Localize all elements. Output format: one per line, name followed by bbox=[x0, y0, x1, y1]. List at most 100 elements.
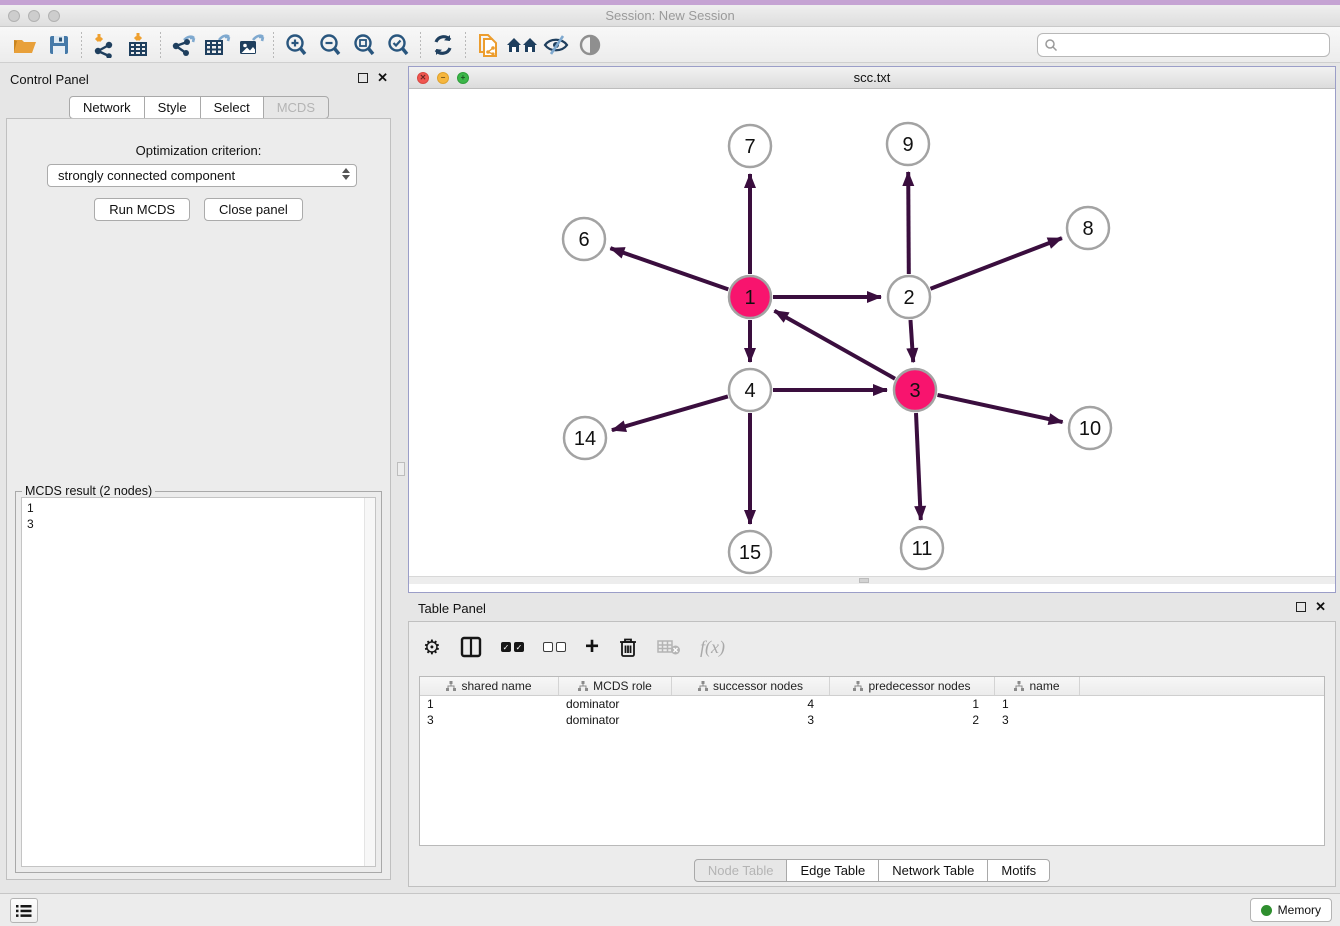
run-mcds-button[interactable]: Run MCDS bbox=[94, 198, 190, 221]
graph-edge-2-8[interactable] bbox=[931, 238, 1062, 289]
graph-edge-3-1[interactable] bbox=[774, 311, 895, 379]
double-house-button[interactable] bbox=[505, 30, 539, 60]
node-table[interactable]: shared name MCDS role successor nodes pr… bbox=[419, 676, 1325, 846]
column-view-icon bbox=[460, 636, 482, 658]
deselect-all-button[interactable] bbox=[543, 632, 566, 662]
close-table-panel-icon[interactable]: ✕ bbox=[1315, 599, 1326, 615]
mcds-result-text[interactable]: 1 3 bbox=[21, 497, 376, 867]
table-row[interactable]: 3dominator323 bbox=[420, 712, 1324, 728]
show-panels-button[interactable] bbox=[10, 898, 38, 923]
delete-table-button[interactable] bbox=[657, 632, 681, 662]
network-hscrollbar[interactable] bbox=[409, 576, 1335, 584]
graph-edge-3-11[interactable] bbox=[916, 413, 921, 520]
tab-mcds[interactable]: MCDS bbox=[263, 96, 329, 119]
double-house-icon bbox=[505, 33, 539, 57]
half-circle-icon bbox=[578, 33, 602, 57]
graphics-details-button[interactable] bbox=[573, 30, 607, 60]
zoom-out-button[interactable] bbox=[313, 30, 347, 60]
list-icon bbox=[16, 904, 32, 918]
table-cell[interactable]: dominator bbox=[559, 697, 672, 711]
zoom-selected-button[interactable] bbox=[381, 30, 415, 60]
chevron-up-down-icon bbox=[342, 168, 350, 180]
search-input[interactable] bbox=[1058, 36, 1329, 54]
tab-motifs[interactable]: Motifs bbox=[987, 859, 1050, 882]
table-cell[interactable]: 3 bbox=[672, 713, 830, 727]
table-panel-title: Table Panel bbox=[418, 601, 486, 616]
table-cell[interactable]: 1 bbox=[995, 697, 1080, 711]
function-builder-button[interactable]: f(x) bbox=[700, 632, 725, 662]
tab-node-table[interactable]: Node Table bbox=[694, 859, 788, 882]
import-network-button[interactable] bbox=[87, 30, 121, 60]
table-cell[interactable]: 1 bbox=[830, 697, 995, 711]
column-hierarchy-icon bbox=[853, 681, 863, 691]
export-image-button[interactable] bbox=[234, 30, 268, 60]
tab-network-table[interactable]: Network Table bbox=[878, 859, 988, 882]
table-cell[interactable]: dominator bbox=[559, 713, 672, 727]
export-network-button[interactable] bbox=[166, 30, 200, 60]
hide-graphics-button[interactable] bbox=[539, 30, 573, 60]
memory-button[interactable]: Memory bbox=[1250, 898, 1332, 922]
zoom-fit-button[interactable] bbox=[347, 30, 381, 60]
column-header-predecessor-nodes[interactable]: predecessor nodes bbox=[830, 677, 995, 695]
graph-edge-2-9[interactable] bbox=[908, 172, 909, 274]
search-field[interactable] bbox=[1037, 33, 1330, 57]
status-bar: Memory bbox=[0, 893, 1340, 926]
table-cell[interactable]: 3 bbox=[420, 713, 559, 727]
graph-edge-4-14[interactable] bbox=[612, 396, 728, 430]
criterion-dropdown[interactable]: strongly connected component bbox=[47, 164, 357, 187]
column-view-button[interactable] bbox=[460, 632, 482, 662]
graph-node-label-9: 9 bbox=[902, 134, 913, 156]
export-table-button[interactable] bbox=[200, 30, 234, 60]
float-table-panel-icon[interactable] bbox=[1296, 602, 1306, 612]
table-cell[interactable]: 4 bbox=[672, 697, 830, 711]
column-header-shared-name[interactable]: shared name bbox=[420, 677, 559, 695]
graph-node-label-6: 6 bbox=[578, 229, 589, 251]
network-canvas[interactable]: 7 9 6 8 1 2 4 3 14 10 15 11 bbox=[409, 89, 1335, 584]
copy-network-button[interactable] bbox=[471, 30, 505, 60]
add-column-button[interactable]: + bbox=[585, 632, 599, 662]
refresh-layout-button[interactable] bbox=[426, 30, 460, 60]
save-session-button[interactable] bbox=[42, 30, 76, 60]
import-table-icon bbox=[125, 32, 151, 58]
result-line: 3 bbox=[27, 516, 370, 532]
copy-network-icon bbox=[475, 31, 501, 59]
open-session-icon bbox=[12, 32, 38, 58]
column-header-MCDS-role[interactable]: MCDS role bbox=[559, 677, 672, 695]
tab-select[interactable]: Select bbox=[200, 96, 264, 119]
open-session-button[interactable] bbox=[8, 30, 42, 60]
tab-edge-table[interactable]: Edge Table bbox=[786, 859, 879, 882]
table-cell[interactable]: 2 bbox=[830, 713, 995, 727]
network-hscroll-thumb[interactable] bbox=[859, 578, 869, 583]
table-cell[interactable]: 1 bbox=[420, 697, 559, 711]
gear-icon: ⚙ bbox=[423, 635, 441, 659]
network-window-title: scc.txt bbox=[409, 70, 1335, 85]
table-panel-body: ⚙ ✓ ✓ + bbox=[408, 621, 1336, 887]
result-scrollbar[interactable] bbox=[364, 498, 375, 866]
table-row[interactable]: 1dominator411 bbox=[420, 696, 1324, 712]
close-panel-button[interactable]: Close panel bbox=[204, 198, 303, 221]
export-image-icon bbox=[237, 32, 265, 58]
titlebar[interactable]: Session: New Session bbox=[0, 5, 1340, 27]
tab-network[interactable]: Network bbox=[69, 96, 145, 119]
export-network-icon bbox=[170, 32, 196, 58]
graph-edge-3-10[interactable] bbox=[938, 395, 1063, 422]
column-hierarchy-icon bbox=[1014, 681, 1024, 691]
tab-style[interactable]: Style bbox=[144, 96, 201, 119]
import-table-button[interactable] bbox=[121, 30, 155, 60]
table-cell[interactable]: 3 bbox=[995, 713, 1080, 727]
graph-edge-1-6[interactable] bbox=[610, 248, 728, 289]
column-header-successor-nodes[interactable]: successor nodes bbox=[672, 677, 830, 695]
panel-divider-handle[interactable] bbox=[397, 462, 405, 476]
import-network-icon bbox=[91, 32, 117, 58]
zoom-in-button[interactable] bbox=[279, 30, 313, 60]
table-settings-button[interactable]: ⚙ bbox=[423, 632, 441, 662]
delete-column-button[interactable] bbox=[618, 632, 638, 662]
graph-edge-2-3[interactable] bbox=[911, 320, 914, 362]
delete-table-icon bbox=[657, 638, 681, 656]
network-window-titlebar[interactable]: ✕ − + scc.txt bbox=[409, 67, 1335, 89]
column-header-name[interactable]: name bbox=[995, 677, 1080, 695]
network-graph[interactable]: 7 9 6 8 1 2 4 3 14 10 15 11 bbox=[409, 89, 1335, 584]
close-panel-icon[interactable]: ✕ bbox=[377, 70, 388, 86]
float-panel-icon[interactable] bbox=[358, 73, 368, 83]
select-all-button[interactable]: ✓ ✓ bbox=[501, 632, 524, 662]
